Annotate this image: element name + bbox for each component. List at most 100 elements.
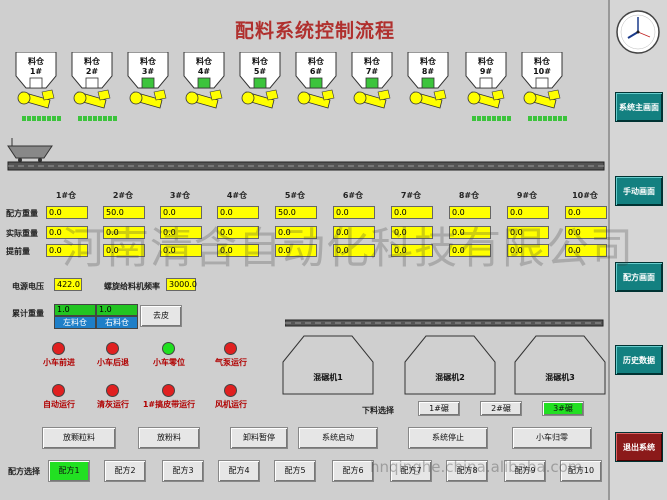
weight-field[interactable]: 0.0: [46, 206, 88, 219]
status-lamp-label: 1#搞皮带运行: [142, 400, 196, 409]
hopper-label-line2: 3#: [141, 67, 155, 76]
weight-field[interactable]: 0.0: [217, 244, 259, 257]
screw-freq-label: 螺旋给料机频率: [104, 282, 160, 291]
weight-field[interactable]: 0.0: [507, 226, 549, 239]
weight-field[interactable]: 0.0: [449, 244, 491, 257]
hopper-label: 料仓 7#: [352, 57, 392, 77]
weight-field[interactable]: 0.0: [333, 206, 375, 219]
weight-field[interactable]: 50.0: [103, 206, 145, 219]
recipe-option[interactable]: 配方4: [218, 460, 260, 482]
recipe-screen-button[interactable]: 配方画面: [615, 262, 663, 292]
hopper-label-line2: 5#: [253, 67, 267, 76]
action-button[interactable]: 系统停止: [408, 427, 488, 449]
discharge-option[interactable]: 3#碾: [542, 401, 584, 416]
material-flow: [78, 116, 117, 121]
weight-field[interactable]: 0.0: [391, 206, 433, 219]
recipe-option[interactable]: 配方7: [390, 460, 432, 482]
hopper-label-line2: 9#: [479, 67, 493, 76]
mixer-label: 混碾机3: [545, 373, 575, 382]
column-header: 5#仓: [284, 191, 306, 200]
action-button[interactable]: 放颗粒料: [42, 427, 116, 449]
weight-field[interactable]: 0.0: [507, 244, 549, 257]
weight-field[interactable]: 0.0: [103, 226, 145, 239]
feeder-cart: [7, 145, 53, 159]
hopper-label-line1: 料仓: [252, 57, 268, 66]
weight-field[interactable]: 0.0: [391, 244, 433, 257]
recipe-option[interactable]: 配方2: [104, 460, 146, 482]
voltage-label: 电源电压: [12, 282, 44, 291]
voltage-value: 422.0: [54, 278, 82, 291]
weight-field[interactable]: 0.0: [275, 244, 317, 257]
action-button[interactable]: 系统启动: [298, 427, 378, 449]
weight-field[interactable]: 0.0: [449, 226, 491, 239]
status-lamp: [106, 342, 119, 355]
weight-field[interactable]: 0.0: [565, 244, 607, 257]
hopper-label: 料仓 6#: [296, 57, 336, 77]
weight-field[interactable]: 0.0: [160, 244, 202, 257]
clock-icon: [616, 10, 660, 54]
weight-field[interactable]: 0.0: [217, 206, 259, 219]
remove-tare-button[interactable]: 去皮: [140, 305, 182, 327]
weight-field[interactable]: 0.0: [333, 244, 375, 257]
weight-field[interactable]: 0.0: [46, 244, 88, 257]
hopper-label-line2: 10#: [533, 67, 551, 76]
action-button[interactable]: 放粉料: [138, 427, 200, 449]
mixer-1: [282, 335, 374, 395]
status-lamp: [52, 342, 65, 355]
hopper-label-line2: 2#: [85, 67, 99, 76]
hopper-label: 料仓 3#: [128, 57, 168, 77]
hopper-label-line1: 料仓: [364, 57, 380, 66]
action-button[interactable]: 卸料暂停: [230, 427, 288, 449]
weight-field[interactable]: 0.0: [160, 226, 202, 239]
status-lamp: [224, 384, 237, 397]
weight-field[interactable]: 0.0: [275, 226, 317, 239]
hopper-label-line1: 料仓: [308, 57, 324, 66]
mixer-label: 混碾机2: [435, 373, 465, 382]
recipe-option[interactable]: 配方9: [504, 460, 546, 482]
cart-wheel: [38, 158, 42, 162]
weight-field[interactable]: 0.0: [333, 226, 375, 239]
weight-field[interactable]: 0.0: [507, 206, 549, 219]
weight-field[interactable]: 0.0: [46, 226, 88, 239]
status-lamp: [162, 342, 175, 355]
hopper-label-line1: 料仓: [84, 57, 100, 66]
recipe-option[interactable]: 配方5: [274, 460, 316, 482]
hopper-label-line2: 4#: [197, 67, 211, 76]
column-header: 1#仓: [55, 191, 77, 200]
material-flow: [472, 116, 511, 121]
hopper-label-line2: 7#: [365, 67, 379, 76]
recipe-option[interactable]: 配方8: [446, 460, 488, 482]
main-screen-button[interactable]: 系统主画面: [615, 92, 663, 122]
column-header: 7#仓: [400, 191, 422, 200]
discharge-option[interactable]: 1#碾: [418, 401, 460, 416]
status-lamp-label: 风机运行: [215, 400, 247, 409]
recipe-option[interactable]: 配方3: [162, 460, 204, 482]
history-data-button[interactable]: 历史数据: [615, 345, 663, 375]
weight-field[interactable]: 0.0: [103, 244, 145, 257]
recipe-option[interactable]: 配方6: [332, 460, 374, 482]
hopper-label-line1: 料仓: [420, 57, 436, 66]
weight-field[interactable]: 0.0: [391, 226, 433, 239]
column-header: 3#仓: [169, 191, 191, 200]
action-button[interactable]: 小车归零: [512, 427, 592, 449]
recipe-option[interactable]: 配方1: [48, 460, 90, 482]
right-bin-weight: 1.0: [96, 304, 138, 316]
left-bin-weight: 1.0: [54, 304, 96, 316]
hopper-label-line1: 料仓: [478, 57, 494, 66]
recipe-option[interactable]: 配方10: [560, 460, 602, 482]
discharge-option[interactable]: 2#碾: [480, 401, 522, 416]
weight-field[interactable]: 0.0: [217, 226, 259, 239]
weight-field[interactable]: 0.0: [565, 226, 607, 239]
status-lamp-label: 气泵运行: [215, 358, 247, 367]
manual-screen-button[interactable]: 手动画面: [615, 176, 663, 206]
weight-field[interactable]: 0.0: [449, 206, 491, 219]
status-lamp: [52, 384, 65, 397]
hopper-label: 料仓 2#: [72, 57, 112, 77]
weight-field[interactable]: 0.0: [160, 206, 202, 219]
exit-system-button[interactable]: 退出系统: [615, 432, 663, 462]
discharge-label: 下料选择: [362, 406, 394, 415]
weight-field[interactable]: 0.0: [565, 206, 607, 219]
weight-field[interactable]: 50.0: [275, 206, 317, 219]
hopper-label: 料仓 10#: [522, 57, 562, 77]
hopper-label-line1: 料仓: [534, 57, 550, 66]
